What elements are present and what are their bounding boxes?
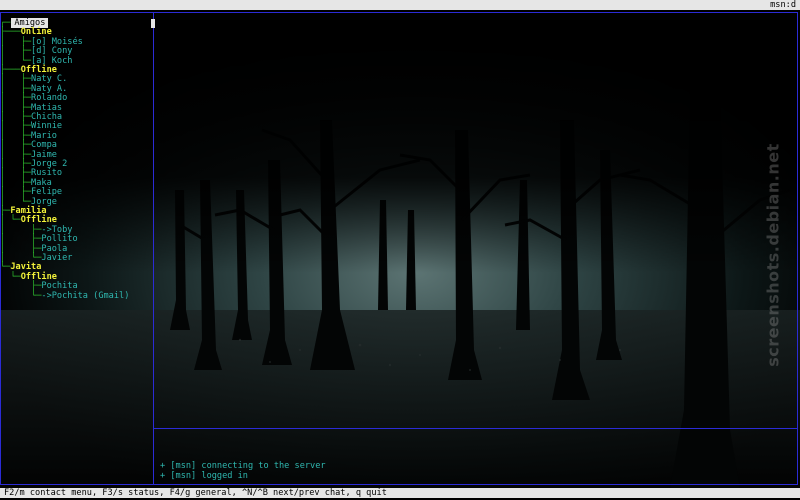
log-line: + [msn] connecting to the server: [160, 461, 326, 471]
chat-area-pane[interactable]: [153, 12, 798, 429]
watermark: screenshots.debian.net: [752, 130, 794, 380]
help-bar: F2/m contact menu, F3/s status, F4/g gen…: [0, 488, 800, 498]
event-log: + [msn] connecting to the server + [msn]…: [160, 461, 326, 481]
contact-item[interactable]: └─->Pochita (Gmail): [0, 291, 129, 301]
protocol-indicator: msn:d: [770, 0, 796, 10]
text-cursor: [151, 19, 155, 28]
status-bar: CENTERIM UNKNOWN UNSENT: 0 msn:d: [0, 0, 800, 20]
watermark-text: screenshots.debian.net: [763, 143, 783, 367]
log-line: + [msn] logged in: [160, 471, 248, 481]
